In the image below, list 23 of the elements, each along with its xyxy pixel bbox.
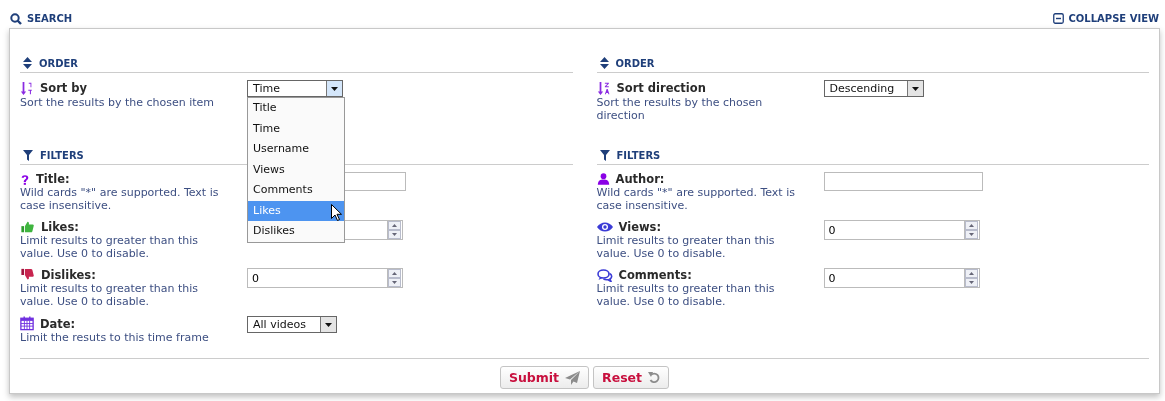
help-text: Limit results to greater than this value. Use 0 to disable.	[596, 234, 776, 260]
section-heading: ORDER	[39, 57, 79, 69]
section-heading: FILTERS	[40, 150, 84, 161]
help-text: Sort the results by the chosen item	[20, 96, 216, 109]
field-label: Views:	[618, 220, 661, 234]
help-text: Limit results to greater than this value. Use 0 to disable.	[596, 282, 776, 308]
help-text: Limit results to greater than this value. Use 0 to disable.	[20, 234, 200, 260]
help-text: Limit the resuts to this time frame	[20, 331, 210, 344]
field-label: Date:	[40, 316, 76, 331]
section-heading: ORDER	[615, 57, 655, 69]
field-label: Sort direction	[616, 81, 706, 95]
field-label: Sort by	[40, 81, 88, 95]
field-label: Likes:	[41, 220, 79, 234]
field-label: Author:	[615, 172, 665, 186]
help-text: Limit results to greater than this value. Use 0 to disable.	[20, 282, 200, 308]
field-label: Title:	[36, 172, 70, 186]
help-text: Wild cards "*" are supported. Text is case insensitive.	[20, 186, 220, 212]
section-heading: FILTERS	[616, 150, 661, 161]
search-heading: SEARCH	[27, 13, 73, 24]
field-label: Comments:	[618, 268, 692, 282]
field-label: Dislikes:	[41, 268, 96, 282]
help-text: Wild cards "*" are supported. Text is case insensitive.	[596, 186, 796, 212]
help-text: Sort the results by the chosen direction	[596, 96, 764, 122]
